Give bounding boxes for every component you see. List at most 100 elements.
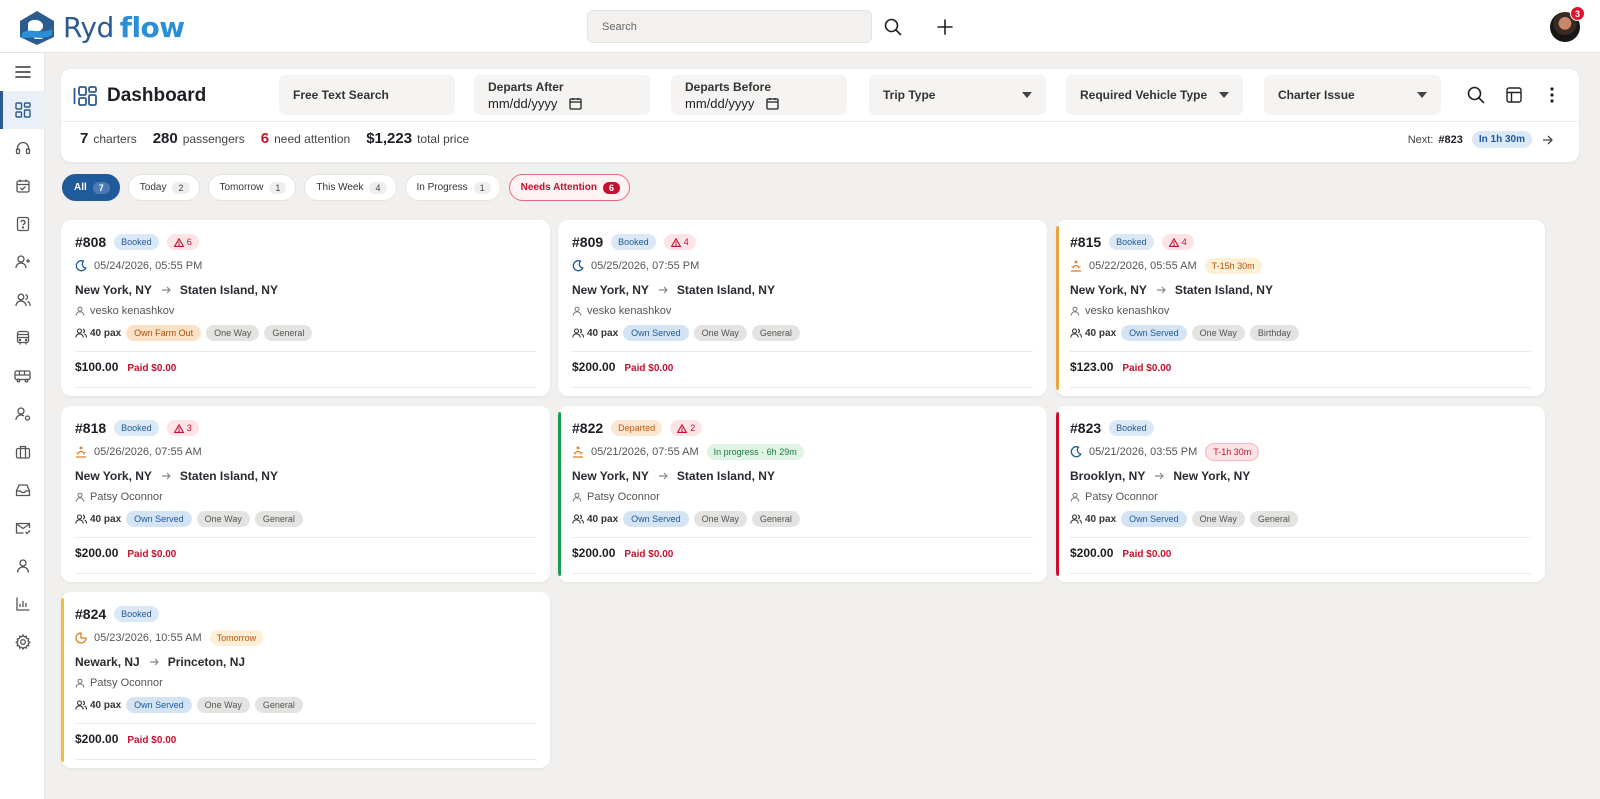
sidebar-item-reports[interactable] — [0, 585, 45, 623]
alert-badge[interactable]: 2 — [670, 420, 703, 436]
departure-time: 05/24/2026, 05:55 PM — [75, 256, 536, 276]
route: New York, NY Staten Island, NY — [572, 281, 1033, 299]
charter-card[interactable]: #815 Booked 4 05/22/2026, 05:55 AM T-15h 30… — [1056, 220, 1545, 396]
departure-time: 05/26/2026, 07:55 AM — [75, 442, 536, 462]
chip-this-week[interactable]: This Week 4 — [304, 174, 397, 201]
charter-card[interactable]: #809 Booked 4 05/25/2026, 07:55 PM New York… — [558, 220, 1047, 396]
sidebar-item-fleet[interactable] — [0, 357, 45, 395]
route-to: Staten Island, NY — [179, 469, 278, 483]
status-badge: Booked — [114, 606, 159, 622]
charter-issue-select[interactable]: Charter Issue — [1264, 75, 1441, 115]
chip-label: This Week — [316, 182, 364, 193]
add-button[interactable] — [932, 14, 958, 40]
sidebar-item-support[interactable] — [0, 129, 45, 167]
charter-card[interactable]: #818 Booked 3 05/26/2026, 07:55 AM New York… — [61, 406, 550, 582]
stat-passengers: 280 passengers — [153, 130, 245, 147]
app-logo[interactable]: Ryd flow — [16, 9, 185, 47]
trip-type-select[interactable]: Trip Type — [869, 75, 1046, 115]
charter-id[interactable]: #824 — [75, 606, 106, 622]
vehicle-type-select[interactable]: Required Vehicle Type — [1066, 75, 1243, 115]
calendar-icon[interactable] — [766, 97, 779, 110]
pax-value: 40 pax — [1085, 327, 1117, 339]
users-icon — [75, 700, 87, 710]
alert-badge[interactable]: 4 — [1161, 234, 1194, 250]
customer-name: Patsy Oconnor — [587, 490, 660, 503]
status-badge: Booked — [1109, 234, 1154, 250]
sidebar-menu-toggle[interactable] — [0, 53, 45, 91]
user-icon — [75, 306, 85, 316]
trip-type-label: Trip Type — [883, 88, 936, 102]
customer-name: vesko kenashkov — [587, 304, 672, 317]
chip-in-progress[interactable]: In Progress 1 — [404, 174, 501, 201]
charter-id[interactable]: #823 — [1070, 420, 1101, 436]
sidebar-item-drivers[interactable] — [0, 395, 45, 433]
charter-card[interactable]: #808 Booked 6 05/24/2026, 05:55 PM New York… — [61, 220, 550, 396]
alert-badge[interactable]: 4 — [663, 234, 696, 250]
charter-card[interactable]: #822 Departed 2 05/21/2026, 07:55 AM In pro… — [558, 406, 1047, 582]
route-arrow — [161, 286, 171, 294]
next-eta-badge: In 1h 30m — [1471, 131, 1532, 148]
calendar-icon[interactable] — [569, 97, 582, 110]
customer-icon — [75, 678, 85, 688]
charter-price: $123.00 — [1070, 360, 1114, 374]
table-view-button[interactable] — [1502, 83, 1526, 107]
sidebar-item-mail[interactable] — [0, 509, 45, 547]
arrow-right-icon — [1156, 286, 1166, 294]
chip-needs-attention[interactable]: Needs Attention 6 — [508, 174, 630, 201]
chart-icon — [15, 597, 29, 611]
chip-tomorrow[interactable]: Tomorrow 1 — [207, 174, 297, 201]
next-charter[interactable]: Next: #823 In 1h 30m — [1408, 131, 1553, 148]
arrow-right-icon — [161, 286, 171, 294]
sidebar-item-help[interactable] — [0, 205, 45, 243]
alert-count: 4 — [1181, 237, 1187, 247]
sidebar-item-add-user[interactable] — [0, 243, 45, 281]
departs-after-field[interactable]: Departs After mm/dd/yyyy — [474, 75, 650, 115]
notification-badge[interactable]: 3 — [1570, 6, 1585, 21]
alert-badge[interactable]: 6 — [166, 234, 199, 250]
charter-id[interactable]: #809 — [572, 234, 603, 250]
sidebar-item-calendar[interactable] — [0, 167, 45, 205]
chip-today[interactable]: Today 2 — [127, 174, 200, 201]
sidebar-item-dashboard[interactable] — [0, 91, 45, 129]
caret-down-icon — [1417, 92, 1427, 98]
departure-time: 05/21/2026, 03:55 PM T-1h 30m — [1070, 442, 1531, 462]
sidebar-item-jobs[interactable] — [0, 433, 45, 471]
charter-id[interactable]: #815 — [1070, 234, 1101, 250]
charter-id[interactable]: #822 — [572, 420, 603, 436]
departs-before-input[interactable]: mm/dd/yyyy — [685, 96, 833, 111]
chip-count: 7 — [92, 181, 110, 194]
moon-icon — [572, 260, 584, 272]
passenger-count: 40 pax — [75, 514, 121, 525]
charter-id[interactable]: #818 — [75, 420, 106, 436]
sidebar-item-settings[interactable] — [0, 623, 45, 661]
more-options-button[interactable] — [1540, 83, 1564, 107]
next-charter-id[interactable]: #823 — [1438, 134, 1462, 146]
card-divider — [1070, 537, 1531, 538]
charter-card[interactable]: #823 Booked 05/21/2026, 03:55 PM T-1h 30m B… — [1056, 406, 1545, 582]
alert-badge[interactable]: 3 — [166, 420, 199, 436]
free-text-search-input[interactable]: Free Text Search — [279, 75, 455, 115]
plus-icon — [937, 19, 953, 35]
sidebar-item-users[interactable] — [0, 281, 45, 319]
pax-value: 40 pax — [90, 513, 122, 525]
served-tag: Own Served — [126, 697, 192, 713]
customer: Patsy Oconnor — [572, 488, 1033, 505]
departs-after-input[interactable]: mm/dd/yyyy — [488, 96, 636, 111]
arrow-right-icon[interactable] — [1542, 135, 1553, 145]
departs-before-field[interactable]: Departs Before mm/dd/yyyy — [671, 75, 847, 115]
sidebar-item-profile[interactable] — [0, 547, 45, 585]
sidebar-item-vehicles[interactable] — [0, 319, 45, 357]
chip-all[interactable]: All 7 — [62, 174, 120, 201]
card-header: #818 Booked 3 — [75, 418, 536, 438]
search-button[interactable] — [880, 14, 906, 40]
route-from: New York, NY — [572, 283, 649, 297]
route-to: Staten Island, NY — [179, 283, 278, 297]
sidebar-item-inbox[interactable] — [0, 471, 45, 509]
search-button[interactable] — [1464, 83, 1488, 107]
charter-card[interactable]: #824 Booked 05/23/2026, 10:55 AM Tomorrow N… — [61, 592, 550, 768]
time-of-day — [75, 260, 87, 272]
card-divider — [75, 351, 536, 352]
charter-price: $100.00 — [75, 360, 119, 374]
charter-id[interactable]: #808 — [75, 234, 106, 250]
global-search-input[interactable] — [587, 10, 872, 43]
